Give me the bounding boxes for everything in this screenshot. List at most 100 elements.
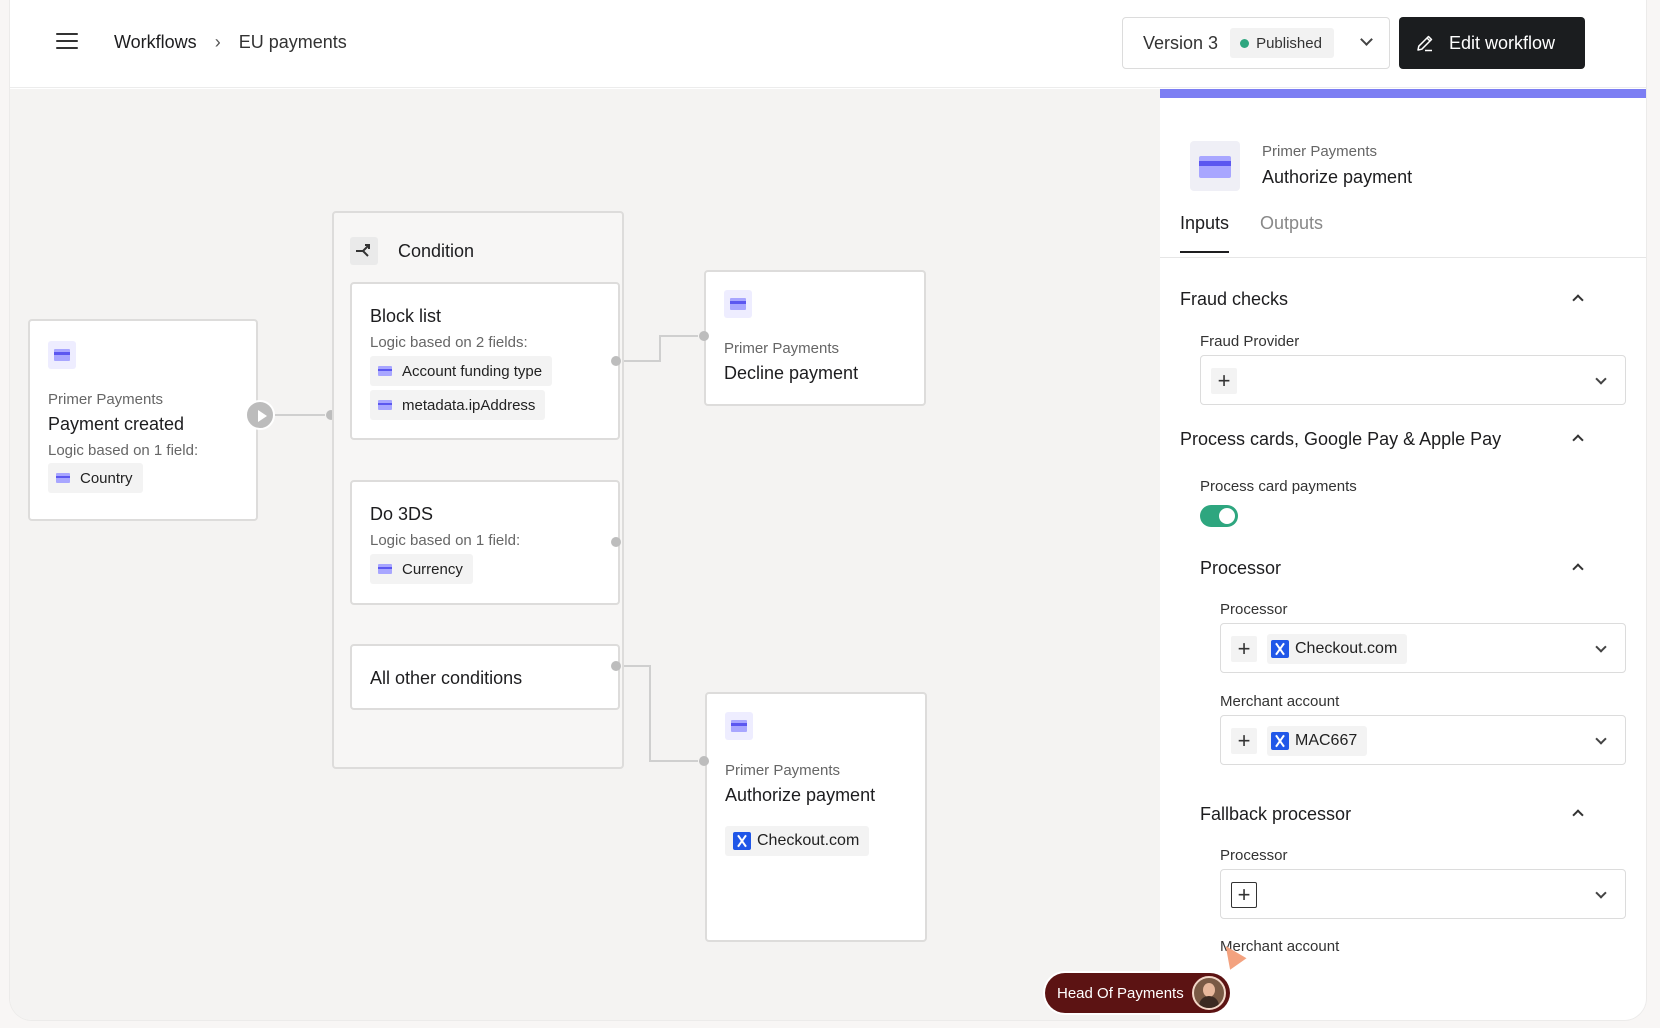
branch-title: Do 3DS xyxy=(370,504,434,524)
merchant-account-select[interactable]: + MAC667 xyxy=(1220,715,1626,765)
panel-provider: Primer Payments xyxy=(1262,143,1378,160)
authorize-payment-node[interactable]: Primer Payments Authorize payment Checko… xyxy=(705,692,927,942)
breadcrumb: Workflows › EU payments xyxy=(114,32,347,53)
process-card-payments-label: Process card payments xyxy=(1200,478,1357,495)
branch-do-3ds[interactable]: Do 3DS Logic based on 1 field: Currency xyxy=(350,480,620,605)
pencil-icon xyxy=(1417,35,1433,52)
authorize-provider: Primer Payments xyxy=(725,762,841,779)
decline-title: Decline payment xyxy=(724,363,859,383)
tab-outputs[interactable]: Outputs xyxy=(1260,213,1323,251)
merchant-value: MAC667 xyxy=(1295,732,1358,749)
fraud-checks-section-title[interactable]: Fraud checks xyxy=(1180,289,1288,310)
chevron-down-icon xyxy=(1595,373,1607,385)
edit-workflow-label: Edit workflow xyxy=(1449,32,1556,53)
panel-title: Authorize payment xyxy=(1262,167,1413,187)
branch-split-icon xyxy=(350,237,378,265)
processor-chip: Checkout.com xyxy=(725,826,870,856)
connector-port[interactable] xyxy=(611,661,621,671)
version-select[interactable]: Version 3 Published xyxy=(1122,17,1390,69)
hamburger-menu-icon[interactable] xyxy=(56,33,78,51)
fallback-processor-label: Processor xyxy=(1220,847,1288,864)
inspector-panel: Primer Payments Authorize payment Inputs… xyxy=(1160,89,1646,1020)
field-chip-ip-address: metadata.ipAddress xyxy=(370,390,546,420)
plus-icon[interactable]: + xyxy=(1231,882,1257,908)
branch-title: Block list xyxy=(370,306,442,326)
checkout-logo-icon xyxy=(1271,732,1289,750)
chevron-up-icon[interactable] xyxy=(1572,434,1584,446)
collaborator-presence-tag: Head Of Payments xyxy=(1045,973,1230,1013)
connector-port[interactable] xyxy=(699,331,709,341)
branch-title: All other conditions xyxy=(370,668,523,688)
field-chip-label: Currency xyxy=(402,560,463,578)
connector-port[interactable] xyxy=(611,356,621,366)
top-bar: Workflows › EU payments Version 3 Publis… xyxy=(10,0,1646,88)
status-dot-icon xyxy=(1240,38,1250,48)
payment-card-icon xyxy=(724,290,752,318)
processor-label: Processor xyxy=(1220,601,1288,618)
workflow-canvas[interactable]: Primer Payments Payment created Logic ba… xyxy=(10,89,1160,1020)
branch-block-list[interactable]: Block list Logic based on 2 fields: Acco… xyxy=(350,282,620,440)
chevron-down-icon xyxy=(1360,33,1373,46)
processor-section-title[interactable]: Processor xyxy=(1200,558,1281,579)
fraud-provider-select[interactable]: + xyxy=(1200,355,1626,405)
branch-logic: Logic based on 2 fields: xyxy=(370,334,528,351)
status-label: Published xyxy=(1256,34,1322,52)
card-field-icon xyxy=(378,366,392,376)
branch-logic: Logic based on 1 field: xyxy=(370,532,521,549)
checkout-logo-icon xyxy=(1271,640,1289,658)
processor-chip-label: Checkout.com xyxy=(757,832,860,849)
collaborator-name: Head Of Payments xyxy=(1057,984,1184,1002)
panel-accent-bar xyxy=(1160,89,1646,98)
processor-select[interactable]: + Checkout.com xyxy=(1220,623,1626,673)
chevron-up-icon[interactable] xyxy=(1572,809,1584,821)
merchant-value-chip: MAC667 xyxy=(1267,726,1368,756)
trigger-title: Payment created xyxy=(48,414,185,434)
plus-icon[interactable]: + xyxy=(1211,368,1237,394)
fallback-processor-select[interactable]: + xyxy=(1220,869,1626,919)
app-frame: Workflows › EU payments Version 3 Publis… xyxy=(10,0,1646,1020)
connector-port[interactable] xyxy=(699,756,709,766)
decline-payment-node[interactable]: Primer Payments Decline payment xyxy=(704,270,926,406)
payment-card-icon xyxy=(1190,141,1240,191)
chevron-down-icon xyxy=(1595,641,1607,653)
status-badge: Published xyxy=(1230,28,1334,58)
authorize-title: Authorize payment xyxy=(725,785,876,805)
connector-port[interactable] xyxy=(611,537,621,547)
breadcrumb-current: EU payments xyxy=(238,32,347,52)
chevron-down-icon xyxy=(1595,733,1607,745)
play-icon[interactable] xyxy=(245,400,275,430)
merchant-account-label: Merchant account xyxy=(1220,693,1340,710)
fraud-provider-label: Fraud Provider xyxy=(1200,333,1300,350)
tab-inputs[interactable]: Inputs xyxy=(1180,213,1230,253)
checkout-logo-icon xyxy=(733,832,751,850)
plus-icon[interactable]: + xyxy=(1231,636,1257,662)
plus-icon[interactable]: + xyxy=(1231,728,1257,754)
payment-card-icon xyxy=(725,712,753,740)
processor-value-chip: Checkout.com xyxy=(1267,634,1408,664)
field-chip-label: metadata.ipAddress xyxy=(402,396,536,414)
field-chip-country: Country xyxy=(48,463,143,493)
card-field-icon xyxy=(56,473,70,483)
decline-provider: Primer Payments xyxy=(724,340,840,357)
edit-workflow-button[interactable]: Edit workflow xyxy=(1399,17,1585,69)
chevron-down-icon xyxy=(1595,887,1607,899)
fallback-processor-section-title[interactable]: Fallback processor xyxy=(1200,804,1351,825)
field-chip-label: Account funding type xyxy=(402,362,543,380)
payment-card-icon xyxy=(48,341,76,369)
branch-all-other-conditions[interactable]: All other conditions xyxy=(350,644,620,710)
processor-value: Checkout.com xyxy=(1295,640,1398,657)
chevron-right-icon: › xyxy=(214,32,221,52)
chevron-up-icon[interactable] xyxy=(1572,294,1584,306)
trigger-provider: Primer Payments xyxy=(48,391,164,408)
card-field-icon xyxy=(378,400,392,410)
trigger-logic: Logic based on 1 field: xyxy=(48,442,199,459)
chevron-up-icon[interactable] xyxy=(1572,563,1584,575)
process-card-payments-toggle[interactable] xyxy=(1200,505,1238,527)
card-field-icon xyxy=(378,564,392,574)
panel-tabs: Inputs Outputs xyxy=(1160,213,1646,258)
field-chip-account-funding-type: Account funding type xyxy=(370,356,553,386)
breadcrumb-workflows-link[interactable]: Workflows xyxy=(114,32,197,53)
process-cards-section-title[interactable]: Process cards, Google Pay & Apple Pay xyxy=(1180,429,1501,450)
trigger-node[interactable]: Primer Payments Payment created Logic ba… xyxy=(28,319,258,521)
version-label: Version 3 xyxy=(1143,32,1219,53)
